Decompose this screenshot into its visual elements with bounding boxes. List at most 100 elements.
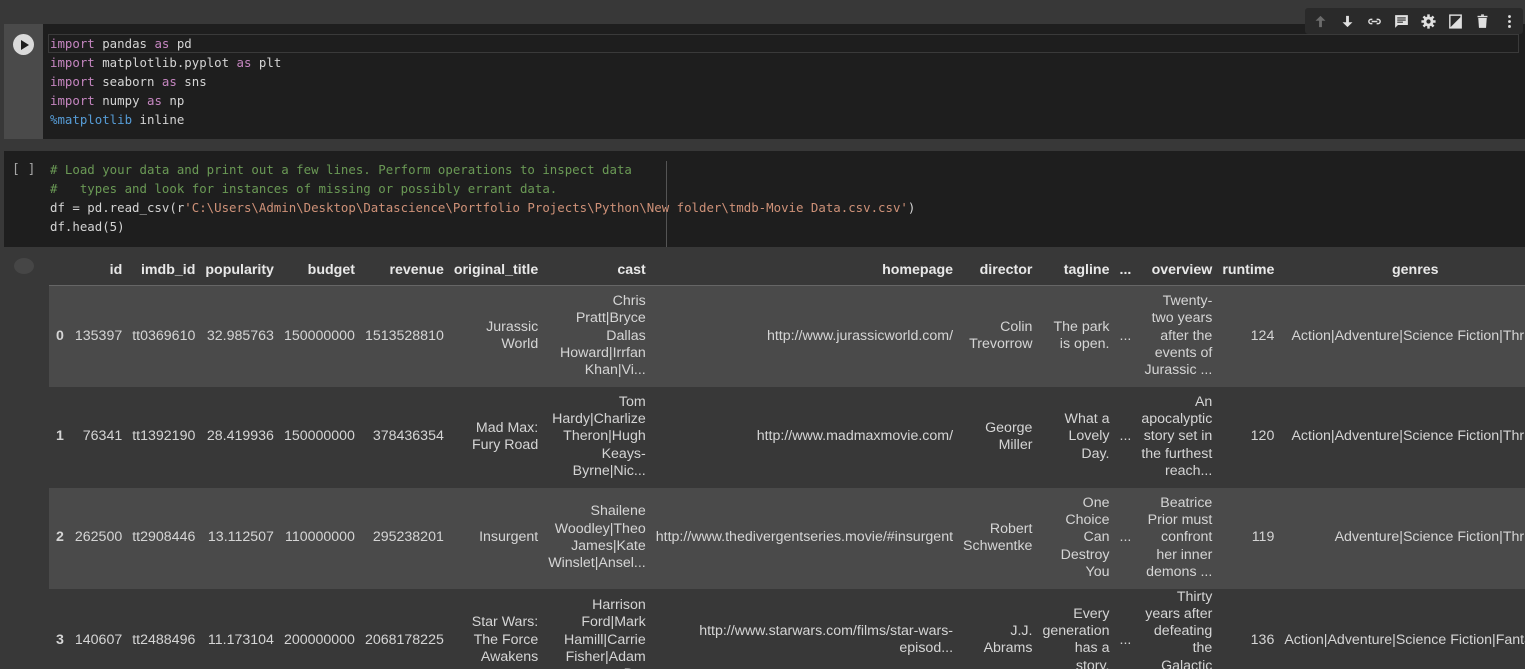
table-cell: tt0369610 bbox=[132, 327, 196, 344]
table-cell: ... bbox=[1119, 529, 1132, 546]
table-cell: 378436354 bbox=[372, 428, 444, 445]
dataframe-table: id imdb_id popularity budget revenue ori… bbox=[49, 256, 1525, 669]
more-vert-icon[interactable] bbox=[1498, 10, 1520, 32]
column-header: popularity bbox=[200, 256, 279, 286]
table-cell: 124 bbox=[1250, 327, 1275, 344]
table-cell: 295238201 bbox=[372, 529, 444, 546]
cell-toolbar bbox=[1305, 8, 1523, 34]
table-cell: ... bbox=[1119, 631, 1132, 648]
table-cell: 2068178225 bbox=[364, 631, 444, 648]
table-cell: Colin Trevorrow bbox=[969, 318, 1033, 353]
table-cell: Action|Adventure|Science Fiction|Fantasy bbox=[1284, 631, 1525, 648]
table-cell: http://www.starwars.com/films/star-wars-… bbox=[699, 623, 954, 657]
table-cell: ... bbox=[1119, 327, 1132, 344]
table-row: 3 140607 tt2488496 11.173104 200000000 2… bbox=[49, 588, 1525, 669]
table-cell: 11.173104 bbox=[207, 631, 274, 648]
play-icon bbox=[20, 39, 29, 50]
table-cell: 1513528810 bbox=[364, 327, 444, 344]
row-index: 2 bbox=[56, 529, 64, 546]
table-cell: 140607 bbox=[74, 631, 123, 648]
table-cell: 32.985763 bbox=[206, 327, 274, 344]
code-line: # Load your data and print out a few lin… bbox=[50, 162, 632, 177]
table-cell: tt2908446 bbox=[132, 529, 196, 546]
table-header-row: id imdb_id popularity budget revenue ori… bbox=[49, 256, 1525, 286]
table-cell: Thirty years after defeating the Galacti… bbox=[1145, 588, 1213, 669]
table-cell: http://www.madmaxmovie.com/ bbox=[756, 428, 954, 445]
dataframe-output: id imdb_id popularity budget revenue ori… bbox=[49, 256, 1525, 669]
table-cell: Star Wars: The Force Awakens bbox=[471, 614, 539, 666]
row-index: 0 bbox=[56, 327, 64, 344]
gear-icon[interactable] bbox=[1417, 10, 1439, 32]
table-cell: Tom Hardy|Charlize Theron|Hugh Keays-Byr… bbox=[552, 393, 646, 479]
table-cell: Jurassic World bbox=[486, 318, 539, 353]
table-cell: J.J. Abrams bbox=[983, 623, 1033, 657]
code-line: %matplotlib inline bbox=[50, 112, 185, 127]
column-header: homepage bbox=[650, 256, 959, 286]
code-cell-load-data[interactable]: [ ] # Load your data and print out a few… bbox=[4, 151, 1525, 247]
table-cell: Adventure|Science Fiction|Thriller bbox=[1334, 529, 1525, 546]
table-row: 0 135397 tt0369610 32.985763 150000000 1… bbox=[49, 285, 1525, 387]
column-header: revenue bbox=[359, 256, 449, 286]
code-line: import numpy as np bbox=[50, 93, 185, 108]
column-header: cast bbox=[543, 256, 651, 286]
table-cell: tt1392190 bbox=[132, 428, 196, 445]
column-header: runtime bbox=[1217, 256, 1280, 286]
code-editor[interactable]: # Load your data and print out a few lin… bbox=[50, 160, 915, 236]
column-header: overview bbox=[1136, 256, 1218, 286]
delete-icon[interactable] bbox=[1471, 10, 1493, 32]
arrow-down-icon[interactable] bbox=[1336, 10, 1358, 32]
table-cell: Every generation has a story. bbox=[1042, 605, 1110, 669]
execution-count-prompt[interactable]: [ ] bbox=[12, 162, 35, 177]
table-cell: An apocalyptic story set in the furthest… bbox=[1141, 393, 1213, 479]
table-cell: http://www.jurassicworld.com/ bbox=[766, 327, 954, 344]
code-editor[interactable]: import pandas as pd import matplotlib.py… bbox=[48, 34, 1519, 129]
table-cell: Beatrice Prior must confront her inner d… bbox=[1146, 494, 1213, 580]
output-actions-icon[interactable] bbox=[14, 258, 34, 274]
code-line: import seaborn as sns bbox=[50, 74, 207, 89]
table-cell: http://www.thedivergentseries.movie/#ins… bbox=[655, 529, 954, 546]
table-cell: 110000000 bbox=[284, 529, 355, 546]
row-index: 1 bbox=[56, 428, 64, 445]
table-cell: 135397 bbox=[74, 327, 123, 344]
table-cell: 262500 bbox=[74, 529, 123, 546]
column-header: imdb_id bbox=[127, 256, 201, 286]
table-cell: 119 bbox=[1251, 529, 1275, 546]
table-cell: One Choice Can Destroy You bbox=[1060, 494, 1110, 580]
row-index: 3 bbox=[56, 631, 64, 648]
comment-icon[interactable] bbox=[1390, 10, 1412, 32]
table-row: 1 76341 tt1392190 28.419936 150000000 37… bbox=[49, 386, 1525, 488]
cell-gutter bbox=[4, 24, 43, 139]
code-cell-imports[interactable]: import pandas as pd import matplotlib.py… bbox=[4, 24, 1525, 139]
table-cell: Shailene Woodley|Theo James|Kate Winslet… bbox=[548, 503, 646, 572]
table-cell: Action|Adventure|Science Fiction|Thrille… bbox=[1291, 327, 1525, 344]
table-cell: Insurgent bbox=[479, 529, 539, 546]
table-cell: 120 bbox=[1250, 428, 1275, 445]
table-row: 2 262500 tt2908446 13.112507 110000000 2… bbox=[49, 487, 1525, 589]
column-header: budget bbox=[278, 256, 360, 286]
table-cell: George Miller bbox=[985, 419, 1033, 453]
column-header: genres bbox=[1279, 256, 1525, 286]
column-header: ... bbox=[1114, 256, 1137, 286]
link-icon[interactable] bbox=[1363, 10, 1385, 32]
table-cell: 150000000 bbox=[283, 428, 355, 445]
table-cell: Twenty-two years after the events of Jur… bbox=[1144, 293, 1213, 379]
table-cell: 200000000 bbox=[283, 631, 355, 648]
table-cell: Robert Schwentke bbox=[963, 520, 1033, 554]
column-header-index bbox=[49, 256, 70, 286]
code-line: df = pd.read_csv(r'C:\Users\Admin\Deskto… bbox=[50, 200, 916, 215]
table-cell: 150000000 bbox=[283, 327, 355, 344]
table-cell: Harrison Ford|Mark Hamill|Carrie Fisher|… bbox=[564, 597, 646, 669]
table-cell: tt2488496 bbox=[132, 631, 196, 648]
table-cell: ... bbox=[1119, 428, 1132, 445]
mirror-cell-icon[interactable] bbox=[1444, 10, 1466, 32]
arrow-up-icon[interactable] bbox=[1309, 10, 1331, 32]
table-cell: What a Lovely Day. bbox=[1064, 411, 1110, 462]
table-cell: Action|Adventure|Science Fiction|Thrille… bbox=[1291, 428, 1525, 445]
table-cell: 13.112507 bbox=[207, 529, 274, 546]
column-header: director bbox=[958, 256, 1038, 286]
column-header: original_title bbox=[448, 256, 544, 286]
table-cell: 136 bbox=[1250, 631, 1275, 648]
run-cell-button[interactable] bbox=[13, 34, 34, 55]
column-header: id bbox=[69, 256, 128, 286]
table-cell: 76341 bbox=[82, 428, 123, 445]
